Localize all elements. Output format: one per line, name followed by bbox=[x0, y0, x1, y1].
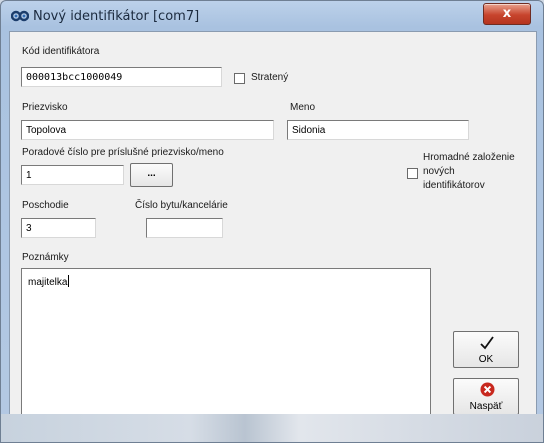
ellipsis-label: ... bbox=[147, 168, 156, 179]
meno-label: Meno bbox=[290, 102, 316, 113]
straten-checkbox[interactable] bbox=[234, 73, 245, 84]
cislo-bytu-input[interactable] bbox=[146, 218, 223, 238]
close-icon: x bbox=[502, 6, 512, 21]
hromadne-label-line3: identifikátorov bbox=[423, 180, 485, 191]
red-x-circle-icon bbox=[480, 382, 495, 400]
straten-label: Stratený bbox=[251, 72, 289, 83]
background-strip bbox=[1, 414, 543, 442]
app-icon bbox=[10, 9, 30, 23]
close-button[interactable]: x bbox=[483, 3, 531, 25]
meno-input[interactable]: Sidonia bbox=[287, 120, 469, 140]
poznamky-text: majitelka bbox=[28, 277, 68, 288]
priezvisko-input[interactable]: Topolova bbox=[21, 120, 274, 140]
priezvisko-label: Priezvisko bbox=[22, 102, 68, 113]
poradove-label: Poradové číslo pre príslušné priezvisko/… bbox=[22, 147, 224, 158]
checkmark-icon bbox=[479, 335, 495, 354]
back-label: Naspäť bbox=[469, 401, 503, 412]
ellipsis-button[interactable]: ... bbox=[130, 163, 173, 187]
ok-button[interactable]: OK bbox=[453, 331, 519, 368]
kod-label: Kód identifikátora bbox=[22, 46, 100, 57]
hromadne-checkbox[interactable] bbox=[407, 168, 418, 179]
poschodie-label: Poschodie bbox=[22, 200, 69, 211]
dialog-window: Nový identifikátor [com7] x Kód identifi… bbox=[0, 0, 544, 443]
hromadne-label-line1: Hromadné založenie bbox=[423, 152, 515, 163]
poradove-input[interactable]: 1 bbox=[21, 165, 124, 185]
hromadne-label-line2: nových bbox=[423, 166, 455, 177]
back-button[interactable]: Naspäť bbox=[453, 378, 519, 415]
kod-input[interactable]: 000013bcc1000049 bbox=[21, 67, 222, 87]
text-caret bbox=[68, 275, 70, 287]
poschodie-input[interactable]: 3 bbox=[21, 218, 96, 238]
title-bar[interactable]: Nový identifikátor [com7] x bbox=[1, 1, 543, 35]
window-title: Nový identifikátor [com7] bbox=[33, 9, 200, 24]
dialog-client-area: Kód identifikátora 000013bcc1000049 Stra… bbox=[9, 31, 537, 418]
ok-label: OK bbox=[478, 354, 494, 365]
poznamky-textarea[interactable]: majitelka bbox=[21, 268, 431, 415]
cislo-bytu-label: Číslo bytu/kancelárie bbox=[135, 200, 228, 211]
poznamky-label: Poznámky bbox=[22, 252, 69, 263]
